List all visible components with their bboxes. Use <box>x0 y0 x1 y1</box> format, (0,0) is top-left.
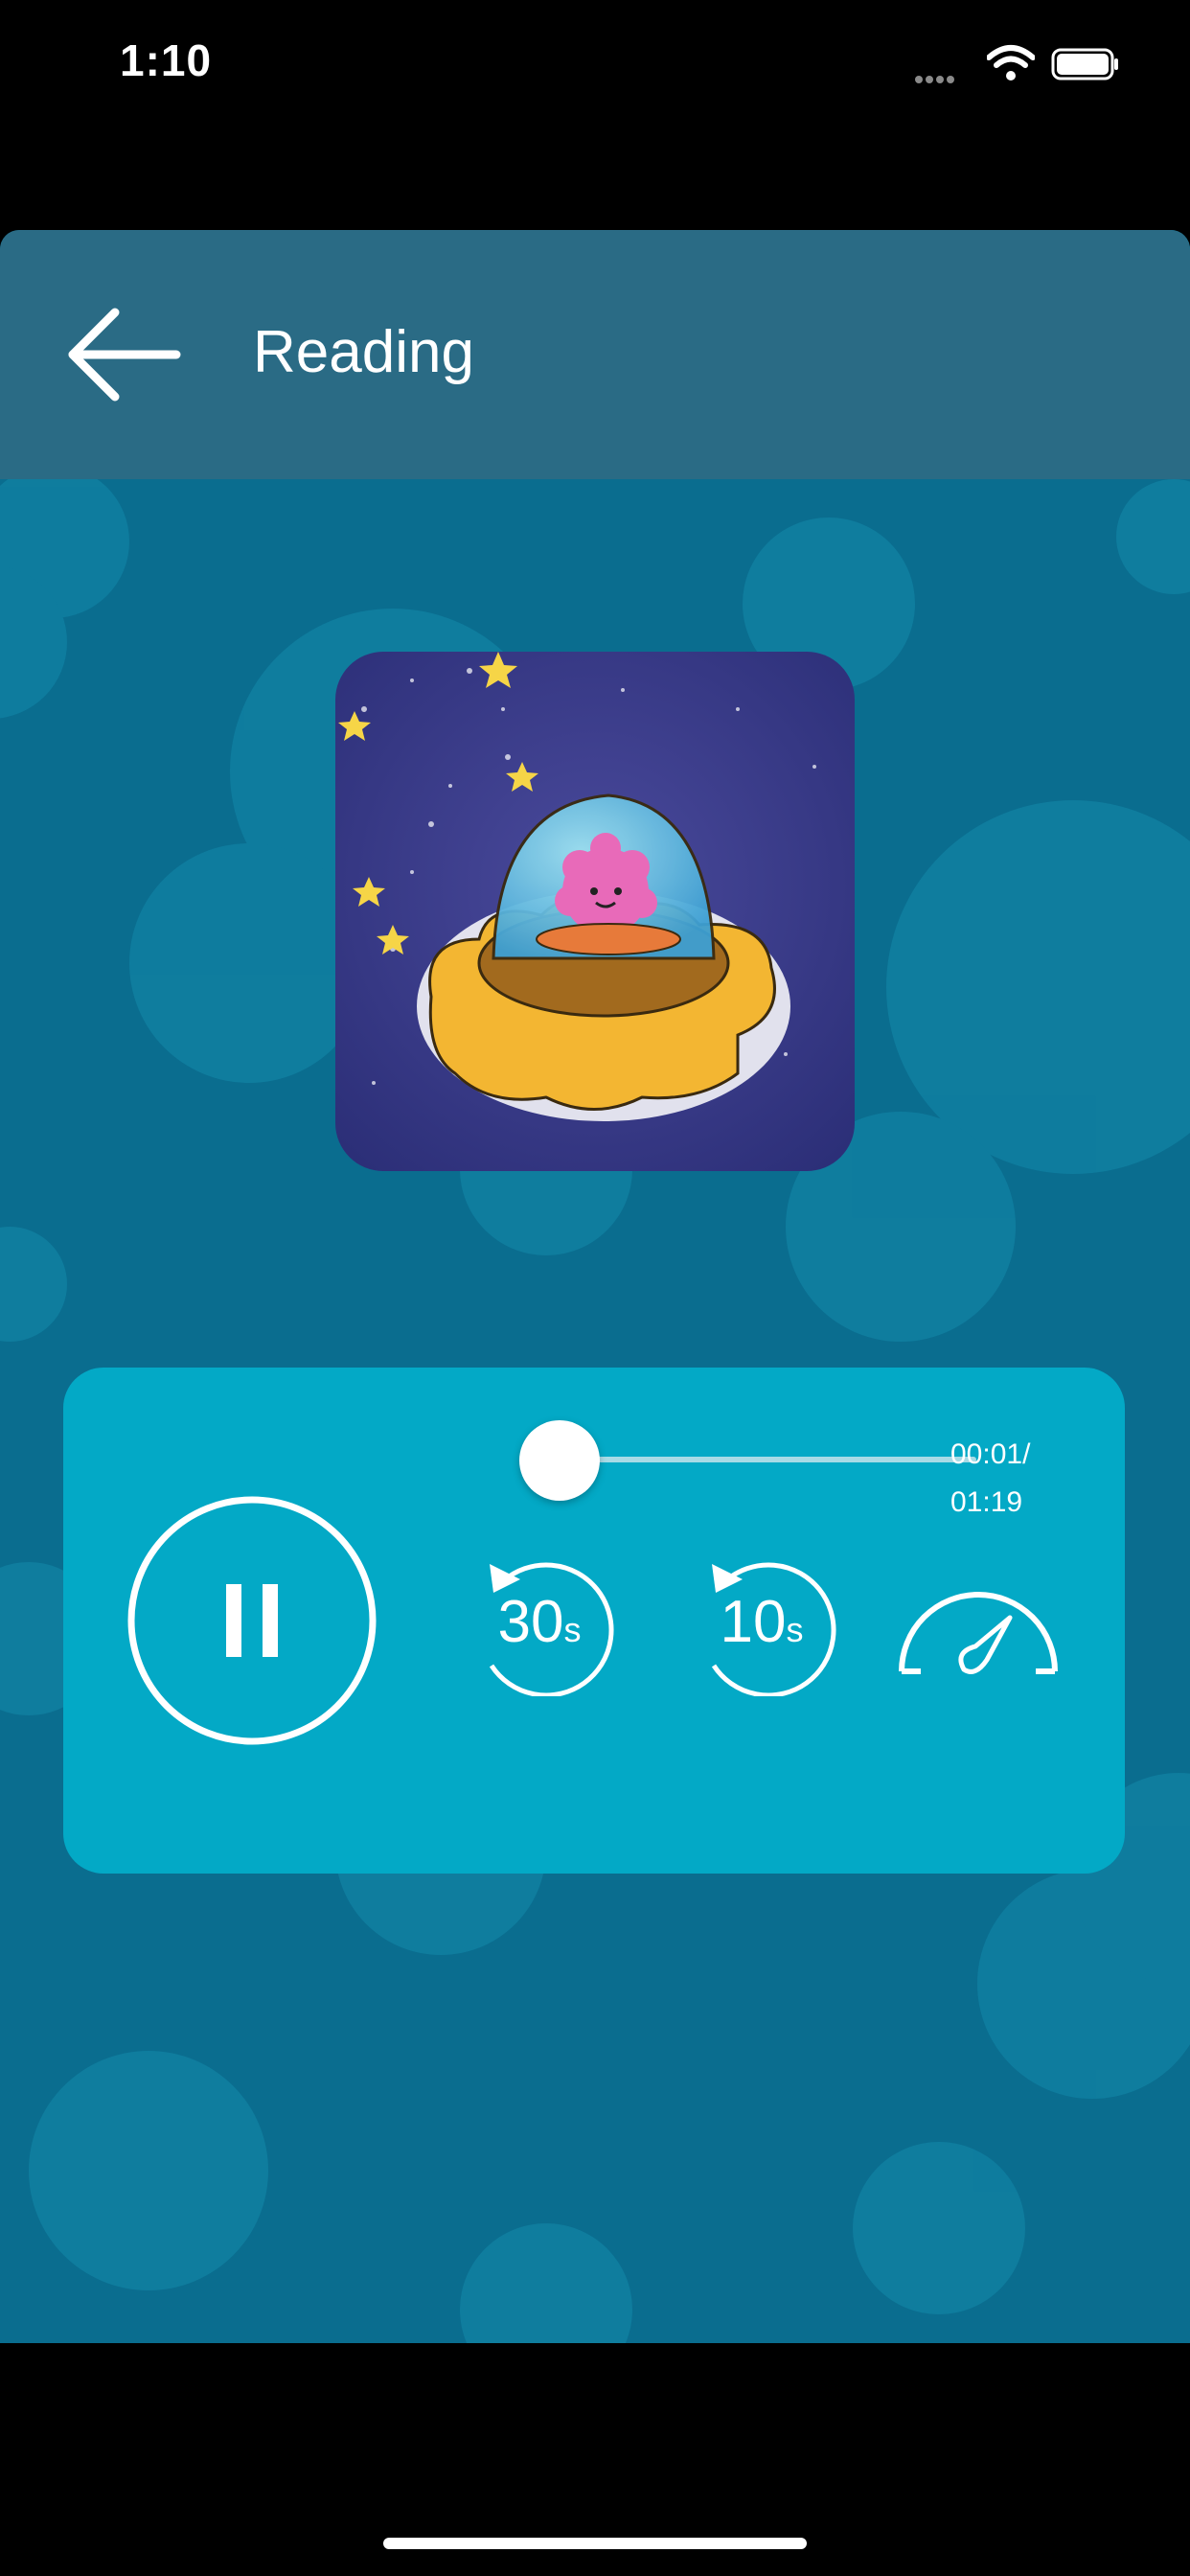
battery-icon <box>1051 48 1118 80</box>
pause-button[interactable] <box>126 1495 378 1746</box>
book-cover-image <box>335 652 855 1171</box>
time-display: 00:01/ 01:19 <box>950 1431 1030 1527</box>
rewind-10-button[interactable]: 10s <box>685 1543 838 1698</box>
progress-thumb[interactable] <box>519 1420 600 1501</box>
elapsed-time: 00:01/ <box>950 1438 1031 1470</box>
rewind-30-icon: 30s <box>489 1562 614 1698</box>
rewind-30-button[interactable]: 30s <box>463 1543 616 1698</box>
signal-icon <box>915 71 957 88</box>
home-indicator[interactable] <box>383 2538 807 2549</box>
rewind-10-icon: 10s <box>711 1562 836 1698</box>
status-bar: 1:10 <box>0 0 1190 134</box>
bubble-background <box>0 230 1190 2343</box>
pause-icon <box>226 1584 278 1657</box>
app-screen: Reading 00:01/ 01:19 30s 10s <box>0 230 1190 2343</box>
speedometer-icon[interactable] <box>887 1564 1069 1689</box>
top-bar: Reading <box>0 230 1190 479</box>
audio-player: 00:01/ 01:19 30s 10s <box>63 1368 1125 1874</box>
back-arrow-icon[interactable] <box>57 297 192 412</box>
progress-bar[interactable] <box>557 1457 976 1462</box>
svg-text:30s: 30s <box>498 1589 582 1655</box>
page-title: Reading <box>253 319 474 385</box>
total-time: 01:19 <box>950 1486 1023 1518</box>
wifi-icon <box>987 45 1035 80</box>
status-time: 1:10 <box>120 35 213 85</box>
svg-text:10s: 10s <box>721 1589 804 1655</box>
